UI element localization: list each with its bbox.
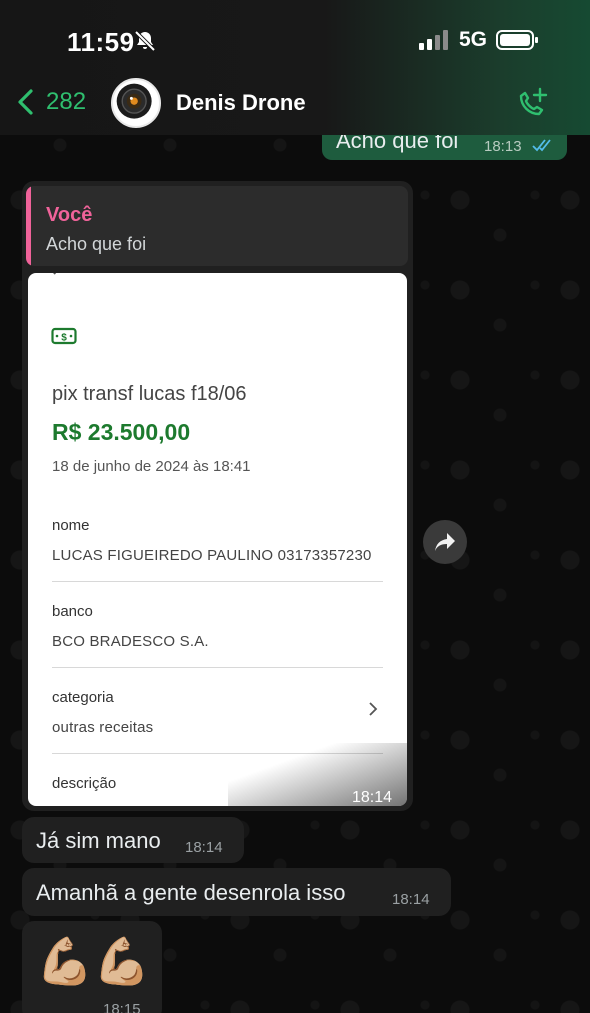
status-time: 11:59 — [67, 27, 135, 57]
chevron-left-icon — [53, 273, 57, 275]
incoming-message[interactable]: Já sim mano 18:14 — [22, 817, 244, 863]
battery-icon — [496, 30, 538, 50]
chevron-right-icon — [369, 702, 378, 716]
chevron-left-icon — [18, 89, 33, 115]
quote-accent-bar — [26, 186, 31, 266]
incoming-emoji-message[interactable]: 💪🏼💪🏼 18:15 — [22, 921, 162, 1013]
contact-name[interactable]: Denis Drone — [176, 90, 306, 116]
avatar[interactable] — [111, 78, 161, 128]
forward-arrow-icon — [435, 533, 455, 551]
network-type: 5G — [459, 28, 488, 51]
flexed-biceps-emoji: 💪🏼💪🏼 — [36, 934, 151, 988]
receipt-date: 18 de junho de 2024 às 18:41 — [52, 458, 251, 475]
camera-lens-avatar — [116, 83, 152, 119]
forward-button[interactable] — [423, 520, 467, 564]
field-label-nome: nome — [52, 517, 90, 534]
field-value-categoria: outras receitas — [52, 719, 154, 736]
message-time: 18:13 — [484, 138, 522, 155]
message-time: 18:14 — [352, 789, 393, 806]
divider — [52, 667, 383, 668]
message-time: 18:15 — [103, 1001, 141, 1013]
field-value-banco: BCO BRADESCO S.A. — [52, 633, 209, 650]
back-button[interactable]: 282 — [16, 87, 86, 117]
unread-count: 282 — [46, 88, 87, 115]
chat-header: 282 Denis Drone — [0, 78, 590, 133]
quoted-message[interactable]: Você Acho que foi — [26, 186, 408, 266]
svg-text:$: $ — [61, 333, 67, 344]
field-label-banco: banco — [52, 603, 93, 620]
field-label-categoria: categoria — [52, 689, 114, 706]
cash-icon: $ — [51, 327, 77, 345]
image-reply-message[interactable]: Você Acho que foi $ pix transf lucas f18… — [22, 181, 413, 811]
quote-text: Acho que foi — [46, 234, 147, 254]
bell-slash-icon — [134, 30, 156, 52]
message-time: 18:14 — [185, 839, 223, 856]
message-time: 18:14 — [392, 891, 430, 908]
status-bar: 11:59 5G — [0, 0, 590, 80]
receipt-amount: R$ 23.500,00 — [52, 419, 191, 445]
add-call-icon[interactable] — [512, 85, 550, 123]
divider — [52, 581, 383, 582]
top-bar: 11:59 5G 282 Denis Drone — [0, 0, 590, 135]
field-label-descricao: descrição — [52, 775, 117, 792]
quote-author: Você — [46, 204, 93, 226]
double-check-read-icon — [532, 139, 551, 152]
field-value-nome: LUCAS FIGUEIREDO PAULINO 03173357230 — [52, 547, 372, 564]
receipt-image[interactable]: $ pix transf lucas f18/06 R$ 23.500,00 1… — [28, 273, 407, 806]
message-text: Amanhã a gente desenrola isso — [36, 880, 346, 905]
incoming-message[interactable]: Amanhã a gente desenrola isso 18:14 — [22, 868, 451, 916]
receipt-title: pix transf lucas f18/06 — [52, 383, 247, 405]
signal-bars-icon — [419, 30, 448, 50]
message-text: Já sim mano — [36, 828, 161, 853]
